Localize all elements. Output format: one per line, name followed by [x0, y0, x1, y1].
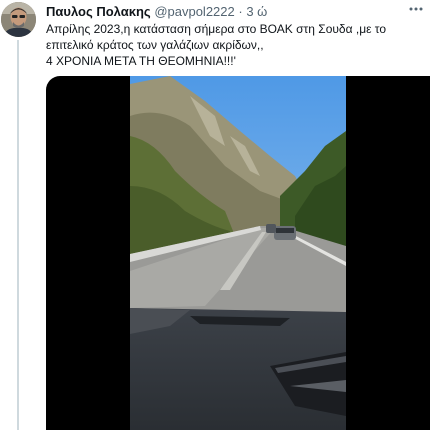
avatar[interactable] [1, 2, 36, 37]
timestamp[interactable]: 3 ώ [246, 4, 267, 19]
thread-line [17, 40, 19, 430]
video-frame [130, 76, 346, 430]
tweet[interactable]: Παυλος Πολακης @pavpol2222 · 3 ώ Απρίλης… [0, 0, 430, 430]
tweet-text-line: Απρίλης 2023,η κατάσταση σήμερα στο ΒΟΑΚ… [46, 22, 387, 36]
tweet-header: Παυλος Πολακης @pavpol2222 · 3 ώ [46, 3, 267, 20]
video-player[interactable] [46, 76, 430, 430]
tweet-text-line: 4 ΧΡΟΝΙΑ ΜΕΤΑ ΤΗ ΘΕΟΜΗΝΙΑ!!!' [46, 54, 236, 68]
author-handle[interactable]: @pavpol2222 [154, 4, 234, 19]
more-horizontal-icon[interactable] [408, 2, 424, 16]
separator-dot: · [238, 4, 243, 19]
author-name[interactable]: Παυλος Πολακης [46, 4, 151, 19]
tweet-text: Απρίλης 2023,η κατάσταση σήμερα στο ΒΟΑΚ… [46, 21, 416, 69]
tweet-text-line: επιτελικό κράτος των γαλάζιων ακρίδων,, [46, 38, 264, 52]
